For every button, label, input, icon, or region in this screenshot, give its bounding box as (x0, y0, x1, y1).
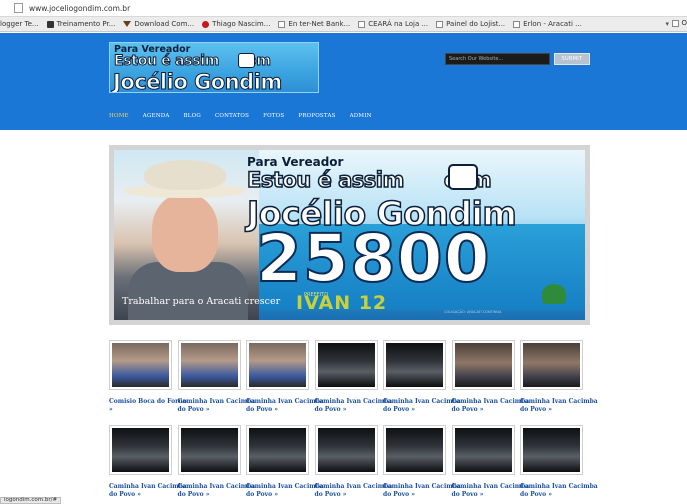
bookmark-label: logger Te... (0, 20, 39, 28)
bookmark-label: CEARÁ na Loja ... (368, 20, 429, 28)
thumbs-up-icon (448, 164, 478, 190)
gallery-link[interactable]: Caminha Ivan Cacimba do Povo » (383, 398, 461, 414)
gallery-thumbnail[interactable] (520, 340, 583, 390)
prefeito-name: IVAN 12 (296, 292, 388, 314)
bookmark-item[interactable]: CEARÁ na Loja ... (358, 20, 428, 28)
gallery-link[interactable]: Caminha Ivan Cacimba do Povo » (178, 483, 256, 499)
status-bar: iogondim.com.br/# (0, 497, 62, 504)
gallery-photo (112, 343, 169, 387)
gallery-photo (454, 343, 512, 387)
site-header: Para Vereador Estou é assimcom Jocélio G… (0, 33, 687, 130)
submit-button[interactable]: SUBMIT (554, 53, 590, 65)
coalition-text: COLIGAÇÃO: ARACATI CONTINUA (444, 310, 502, 314)
bookmark-label: Painel do Lojist... (446, 20, 506, 28)
bookmarks-bar: logger Te... Treinamento Pr... Download … (0, 17, 687, 32)
nav-agenda[interactable]: AGENDA (143, 113, 170, 119)
gallery-link[interactable]: Caminha Ivan Cacimba do Povo » (178, 398, 256, 414)
thumbs-up-icon (238, 53, 255, 68)
download-icon (123, 21, 132, 27)
gallery-photo (386, 428, 443, 472)
gallery-thumbnail[interactable] (246, 425, 309, 475)
site-logo[interactable]: Para Vereador Estou é assimcom Jocélio G… (109, 42, 319, 93)
candidate-number: 25800 (255, 220, 491, 297)
doc-icon (436, 20, 444, 28)
bookmark-item[interactable]: Treinamento Pr... (46, 20, 116, 28)
nav-admin[interactable]: ADMIN (350, 113, 372, 119)
party-logo (542, 284, 566, 304)
bookmarks-overflow-chevron-icon[interactable]: ▾ (665, 20, 669, 28)
candidate-face (152, 194, 218, 272)
bookmark-item[interactable]: Download Com... (123, 20, 194, 28)
banner-line-1: Para Vereador (247, 155, 344, 169)
gallery-photo (317, 343, 375, 387)
gallery-link[interactable]: Caminha Ivan Cacimba do Povo » (246, 483, 324, 499)
red-circle-icon (202, 20, 210, 28)
bookmark-label: Erlon - Aracati ... (523, 20, 582, 28)
nav-contatos[interactable]: CONTATOS (215, 113, 249, 119)
gallery-photo (317, 428, 375, 472)
gallery-thumbnail[interactable] (383, 340, 446, 390)
campaign-banner[interactable]: Para Vereador Estou é assimcom Jocélio G… (114, 150, 585, 320)
gallery-thumbnail[interactable] (109, 425, 172, 475)
gallery-link[interactable]: Caminha Ivan Cacimba do Povo » (520, 398, 598, 414)
url-text[interactable]: www.joceliogondim.com.br (29, 4, 130, 13)
nav-propostas[interactable]: PROPOSTAS (298, 113, 335, 119)
logo-line-3: Jocélio Gondim (113, 70, 283, 93)
gallery-thumbnail[interactable] (383, 425, 446, 475)
gallery-photo (454, 428, 512, 472)
banner-caption: Trabalhar para o Aracati crescer (122, 296, 281, 307)
gallery-thumbnail[interactable] (109, 340, 172, 390)
bookmark-label: Thiago Nascim... (212, 20, 271, 28)
doc-icon (672, 19, 680, 27)
bookmark-item[interactable]: Erlon - Aracati ... (513, 20, 582, 28)
main-nav: HOME AGENDA BLOG CONTATOS FOTOS PROPOSTA… (109, 113, 386, 119)
gallery-link[interactable]: Caminha Ivan Cacimba do Povo » (315, 398, 393, 414)
gallery-thumbnail[interactable] (314, 425, 378, 475)
candidate-photo (114, 150, 259, 320)
bookmark-item[interactable]: En ter-Net Bank... (278, 20, 350, 28)
gallery-photo (249, 428, 306, 472)
nav-home[interactable]: HOME (109, 113, 129, 119)
gallery-photo (112, 428, 169, 472)
bookmark-item[interactable]: O (672, 19, 687, 27)
hat (144, 160, 226, 190)
doc-icon (278, 20, 286, 28)
gallery-link[interactable]: Comisio Boca do Forno » (109, 398, 187, 414)
gallery-photo (249, 343, 306, 387)
gallery-photo (523, 343, 580, 387)
gallery-thumbnail[interactable] (314, 340, 378, 390)
bookmark-item[interactable]: logger Te... (0, 20, 39, 28)
gallery-thumbnail[interactable] (520, 425, 583, 475)
gallery-photo (180, 428, 238, 472)
gallery-link[interactable]: Caminha Ivan Cacimba do Povo » (452, 483, 530, 499)
nav-blog[interactable]: BLOG (184, 113, 201, 119)
gallery-photo (523, 428, 580, 472)
gallery-link[interactable]: Caminha Ivan Cacimba do Povo » (315, 483, 393, 499)
bookmark-label: Treinamento Pr... (56, 20, 116, 28)
gallery-link[interactable]: Caminha Ivan Cacimba do Povo » (246, 398, 324, 414)
page-icon (14, 3, 23, 13)
bookmark-label: O (681, 19, 687, 27)
blogger-icon (46, 20, 54, 28)
gallery-photo (386, 343, 443, 387)
gallery-link[interactable]: Caminha Ivan Cacimba do Povo » (452, 398, 530, 414)
bookmark-label: En ter-Net Bank... (288, 20, 351, 28)
address-bar[interactable]: www.joceliogondim.com.br (0, 0, 687, 17)
gallery-thumbnail[interactable] (177, 425, 241, 475)
doc-icon (513, 20, 521, 28)
gallery-link[interactable]: Caminha Ivan Cacimba do Povo » (109, 483, 187, 499)
gallery-thumbnail[interactable] (451, 425, 515, 475)
gallery-thumbnail[interactable] (451, 340, 515, 390)
gallery-link[interactable]: Caminha Ivan Cacimba do Povo » (383, 483, 461, 499)
gallery-link[interactable]: Caminha Ivan Cacimba do Povo » (520, 483, 598, 499)
gallery-photo (180, 343, 238, 387)
bookmark-label: Download Com... (134, 20, 195, 28)
doc-icon (358, 20, 366, 28)
gallery-thumbnail[interactable] (246, 340, 309, 390)
gallery-thumbnail[interactable] (177, 340, 241, 390)
search-input[interactable]: Search Our Website... (445, 53, 550, 65)
bookmark-item[interactable]: Thiago Nascim... (202, 20, 270, 28)
nav-fotos[interactable]: FOTOS (263, 113, 284, 119)
bookmark-item[interactable]: Painel do Lojist... (436, 20, 505, 28)
